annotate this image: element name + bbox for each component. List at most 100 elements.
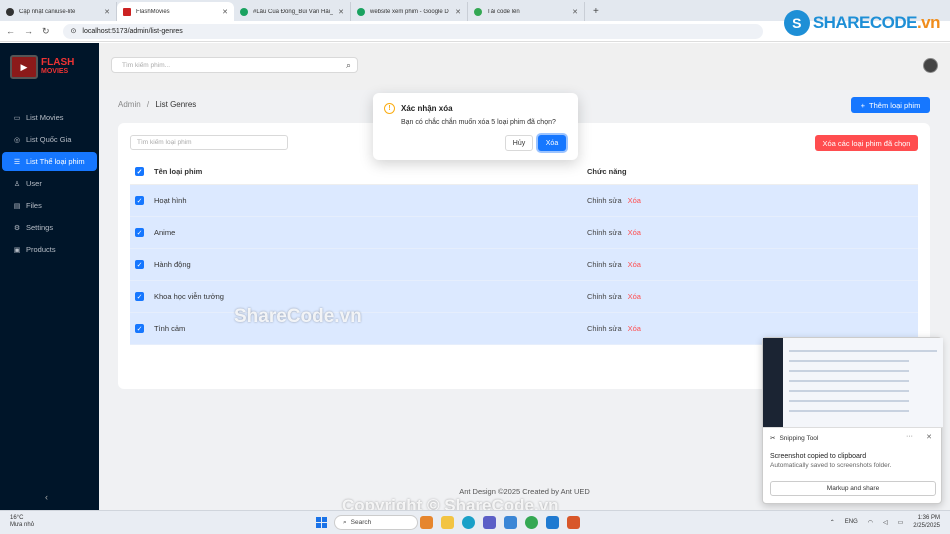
site-info-icon[interactable]: ⊙ bbox=[71, 27, 77, 35]
windows-taskbar: 16°C Mưa nhỏ ⌕ Search ⌃ ENG ◠ ◁ ▭ 1:36 PM… bbox=[0, 510, 950, 534]
taskbar-apps bbox=[420, 516, 580, 529]
delete-link[interactable]: Xóa bbox=[628, 324, 641, 333]
avatar[interactable] bbox=[923, 58, 938, 73]
close-icon[interactable]: ✕ bbox=[338, 8, 344, 16]
brand-subtitle: MOVIES bbox=[41, 68, 69, 75]
forward-icon[interactable]: → bbox=[24, 26, 33, 36]
sidebar-item-products[interactable]: ▣ Products bbox=[2, 240, 97, 259]
table-row: ✓ Hành động Chỉnh sửa Xóa bbox=[130, 249, 918, 281]
row-checkbox[interactable]: ✓ bbox=[135, 260, 144, 269]
delete-link[interactable]: Xóa bbox=[628, 196, 641, 205]
browser-tab-active[interactable]: FlashMovies ✕ bbox=[117, 2, 234, 21]
delete-link[interactable]: Xóa bbox=[628, 260, 641, 269]
sidebar-item-settings[interactable]: ⚙ Settings bbox=[2, 218, 97, 237]
weather-widget[interactable]: 16°C Mưa nhỏ bbox=[10, 515, 34, 529]
sharecode-logo-text: SHARECODE bbox=[812, 13, 918, 32]
search-placeholder: Tìm kiếm phim... bbox=[122, 61, 171, 69]
movie-search-input[interactable]: Tìm kiếm phim... ⌕ bbox=[111, 57, 358, 73]
user-icon: ♙ bbox=[13, 180, 21, 188]
breadcrumb-separator: / bbox=[146, 100, 150, 109]
snipping-tool-notification[interactable]: ✂ Snipping Tool ··· ✕ Screenshot copied t… bbox=[762, 337, 943, 504]
sidebar-item-list-quoc-gia[interactable]: ◎ List Quốc Gia bbox=[2, 130, 97, 149]
browser-tab[interactable]: Tải code lên ✕ bbox=[468, 2, 585, 21]
video-icon: ▭ bbox=[13, 114, 21, 122]
sidebar-item-list-genres[interactable]: ☰ List Thể loại phim bbox=[2, 152, 97, 171]
close-icon[interactable]: ✕ bbox=[455, 8, 461, 16]
genre-search-input[interactable]: Tìm kiếm loại phim bbox=[130, 135, 288, 150]
url-field[interactable]: ⊙ localhost:5173/admin/list-genres bbox=[62, 23, 763, 39]
edge-icon[interactable] bbox=[462, 516, 475, 529]
row-checkbox[interactable]: ✓ bbox=[135, 324, 144, 333]
edit-link[interactable]: Chỉnh sửa bbox=[587, 196, 622, 205]
close-icon[interactable]: ✕ bbox=[926, 433, 932, 441]
battery-icon[interactable]: ▭ bbox=[898, 519, 904, 526]
gear-icon: ⚙ bbox=[13, 224, 21, 232]
weather-temp: 16°C bbox=[10, 515, 24, 521]
taskbar-search[interactable]: ⌕ Search bbox=[334, 515, 418, 530]
modal-title: Xác nhận xóa bbox=[401, 104, 453, 113]
sidebar-menu: ▭ List Movies ◎ List Quốc Gia ☰ List Thể lo… bbox=[0, 105, 99, 262]
confirm-delete-button[interactable]: Xóa bbox=[538, 135, 566, 151]
globe-icon: ◎ bbox=[13, 136, 21, 144]
row-checkbox[interactable]: ✓ bbox=[135, 292, 144, 301]
sidebar-item-list-movies[interactable]: ▭ List Movies bbox=[2, 108, 97, 127]
close-icon[interactable]: ✕ bbox=[222, 8, 228, 16]
edit-link[interactable]: Chỉnh sửa bbox=[587, 228, 622, 237]
teams-icon[interactable] bbox=[483, 516, 496, 529]
genre-name: Hành động bbox=[154, 260, 191, 269]
browser-tab[interactable]: Cập nhật caniuse-lite ✕ bbox=[0, 2, 117, 21]
app-icon[interactable] bbox=[567, 516, 580, 529]
delete-link[interactable]: Xóa bbox=[628, 228, 641, 237]
chrome-icon[interactable] bbox=[525, 516, 538, 529]
clock[interactable]: 1:36 PM 2/25/2025 bbox=[913, 514, 940, 530]
box-icon: ▣ bbox=[13, 246, 21, 254]
brand-logo[interactable]: ▶ FLASH MOVIES bbox=[10, 52, 82, 82]
modal-body: Bạn có chắc chắn muốn xóa 5 loại phim đã… bbox=[401, 119, 556, 126]
delete-selected-button[interactable]: Xóa các loại phim đã chọn bbox=[815, 135, 918, 151]
back-icon[interactable]: ← bbox=[6, 26, 15, 36]
genre-name: Khoa học viễn tưởng bbox=[154, 292, 224, 301]
search-icon: ⌕ bbox=[343, 518, 347, 526]
new-tab-button[interactable]: + bbox=[585, 2, 607, 21]
edit-link[interactable]: Chỉnh sửa bbox=[587, 260, 622, 269]
add-genre-button[interactable]: + Thêm loại phim bbox=[851, 97, 930, 113]
cancel-button[interactable]: Hủy bbox=[505, 135, 533, 151]
markup-and-share-button[interactable]: Markup and share bbox=[770, 481, 936, 496]
more-options-icon[interactable]: ··· bbox=[906, 433, 913, 440]
close-icon[interactable]: ✕ bbox=[572, 8, 578, 16]
warning-icon: ! bbox=[384, 103, 395, 114]
sharecode-logo: S SHARECODE.vn bbox=[783, 10, 941, 36]
close-icon[interactable]: ✕ bbox=[104, 8, 110, 16]
search-icon[interactable]: ⌕ bbox=[346, 60, 351, 71]
tab-favicon-icon bbox=[357, 7, 365, 16]
row-checkbox[interactable]: ✓ bbox=[135, 228, 144, 237]
windows-start-icon[interactable] bbox=[316, 517, 327, 528]
sidebar-item-user[interactable]: ♙ User bbox=[2, 174, 97, 193]
browser-tab[interactable]: website xem phim - Google D ✕ bbox=[351, 2, 468, 21]
collapse-sidebar-button[interactable]: ‹ bbox=[45, 492, 48, 502]
vscode-icon[interactable] bbox=[546, 516, 559, 529]
edit-link[interactable]: Chỉnh sửa bbox=[587, 292, 622, 301]
list-icon: ☰ bbox=[13, 158, 21, 166]
watermark-center: ShareCode.vn bbox=[234, 306, 362, 327]
delete-link[interactable]: Xóa bbox=[628, 292, 641, 301]
reload-icon[interactable]: ↻ bbox=[42, 26, 50, 37]
browser-tab[interactable]: #Lẩu Cua Đồng_Bùi Văn Hải_Fi ✕ bbox=[234, 2, 351, 21]
file-explorer-icon[interactable] bbox=[441, 516, 454, 529]
genre-name: Anime bbox=[154, 228, 176, 237]
tv-icon: ▶ bbox=[10, 55, 38, 79]
screenshot-thumbnail[interactable] bbox=[763, 338, 943, 428]
wifi-icon[interactable]: ◠ bbox=[868, 519, 873, 526]
widget-icon[interactable] bbox=[420, 516, 433, 529]
language-indicator[interactable]: ENG bbox=[845, 519, 858, 525]
edit-link[interactable]: Chỉnh sửa bbox=[587, 324, 622, 333]
col-name-header: Tên loại phim bbox=[154, 167, 203, 176]
chevron-up-icon[interactable]: ⌃ bbox=[830, 519, 835, 526]
row-checkbox[interactable]: ✓ bbox=[135, 196, 144, 205]
snipping-submessage: Automatically saved to screenshots folde… bbox=[770, 462, 892, 469]
store-icon[interactable] bbox=[504, 516, 517, 529]
select-all-checkbox[interactable]: ✓ bbox=[135, 167, 144, 176]
breadcrumb-root[interactable]: Admin bbox=[118, 100, 141, 109]
sidebar-item-files[interactable]: ▤ Files bbox=[2, 196, 97, 215]
volume-icon[interactable]: ◁ bbox=[883, 519, 888, 526]
